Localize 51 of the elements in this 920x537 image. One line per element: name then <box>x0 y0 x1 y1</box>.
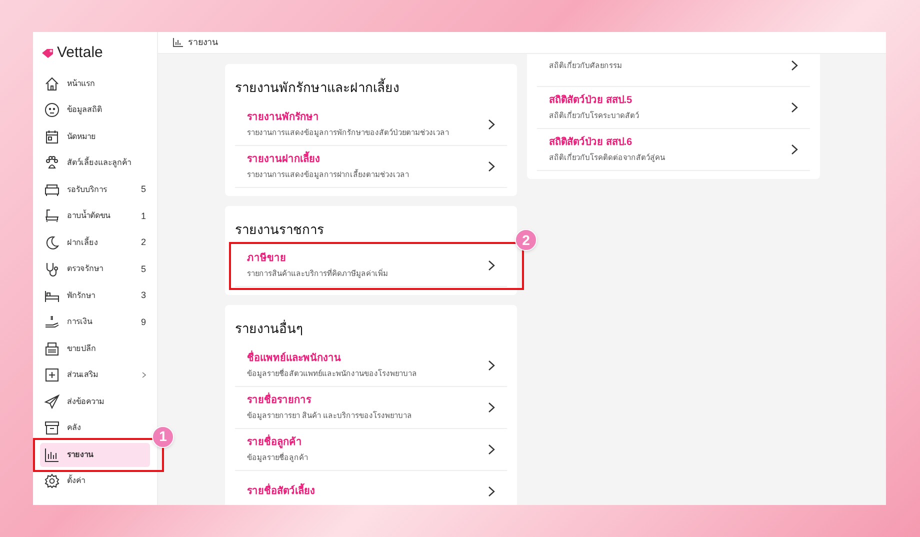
chevron-right-icon <box>791 60 798 71</box>
report-title: รายงานพักรักษา <box>247 110 320 125</box>
chevron-right-icon <box>488 360 495 370</box>
sidebar-item[interactable]: นัดหมาย <box>40 124 150 149</box>
chevron-right-icon <box>791 102 798 113</box>
item-count: 5 <box>140 183 146 196</box>
report-title: สถิติสัตว์ป่วย สสป.5 <box>549 93 634 108</box>
card-heading: รายงานราชการ <box>235 220 325 238</box>
sidebar-item[interactable]: พักรักษา 3 <box>40 284 150 308</box>
sidebar-item[interactable]: ตรวจรักษา 5 <box>40 257 150 282</box>
bar-chart-icon <box>173 38 183 47</box>
chevron-right-icon <box>791 144 798 155</box>
sidebar-item[interactable]: หน้าแรก <box>40 72 150 96</box>
logo-text: Vettale <box>57 43 103 63</box>
report-title: รายชื่อสัตว์เลี้ยง <box>247 484 488 498</box>
sidebar-item[interactable]: ข้อมูลสถิติ <box>40 98 150 122</box>
callout-badge: 1 <box>152 426 174 448</box>
sidebar-item[interactable]: รอรับบริการ 5 <box>40 178 150 202</box>
sidebar-item[interactable]: ขายปลีก <box>40 336 150 361</box>
item-count: 5 <box>140 262 146 276</box>
chevron-right-icon <box>488 118 495 130</box>
chevron-right-icon <box>488 402 495 412</box>
chevron-right-icon <box>488 160 495 172</box>
card-heading: รายงานพักรักษาและฝากเลี้ยง <box>235 78 400 97</box>
logo-icon <box>41 48 54 59</box>
sidebar-item[interactable]: การเงิน 9 <box>40 310 150 334</box>
sidebar-item[interactable]: ฝากเลี้ยง 2 <box>40 230 150 255</box>
card-heading: รายงานอื่นๆ <box>235 319 304 338</box>
item-count: 3 <box>140 289 146 302</box>
report-title: ชื่อแพทย์และพนักงาน <box>247 350 342 366</box>
report-title: รายชื่อลูกค้า <box>247 434 303 450</box>
callout-badge: 2 <box>515 229 537 251</box>
sidebar-item[interactable]: อาบน้ำตัดขน 1 <box>40 204 150 228</box>
sidebar-item[interactable]: ส่งข้อความ <box>40 390 150 414</box>
sidebar-item[interactable]: ตั้งค่า <box>40 469 150 494</box>
item-count: 1 <box>140 210 146 222</box>
chevron-right-icon <box>488 486 495 496</box>
sidebar-item[interactable]: สัตว์เลี้ยงและลูกค้า <box>40 151 150 176</box>
report-title: สถิติสัตว์ป่วย สสป.6 <box>549 135 634 150</box>
sidebar-item[interactable]: รายงาน <box>40 442 150 467</box>
item-count: 9 <box>140 316 146 328</box>
breadcrumb: รายงาน <box>188 36 218 49</box>
chevron-right-icon <box>488 444 495 454</box>
item-count: 2 <box>140 236 146 249</box>
sidebar-item[interactable]: คลัง <box>40 416 150 440</box>
report-title: รายงานฝากเลี้ยง <box>247 152 488 167</box>
report-title: รายชื่อรายการ <box>247 392 312 408</box>
report-row[interactable]: รายชื่อสัตว์เลี้ยง <box>235 470 507 505</box>
sidebar-item[interactable]: ส่วนเสริม <box>40 363 150 388</box>
chevron-right-icon <box>488 260 495 271</box>
report-title: ภาษีขาย <box>247 251 287 266</box>
